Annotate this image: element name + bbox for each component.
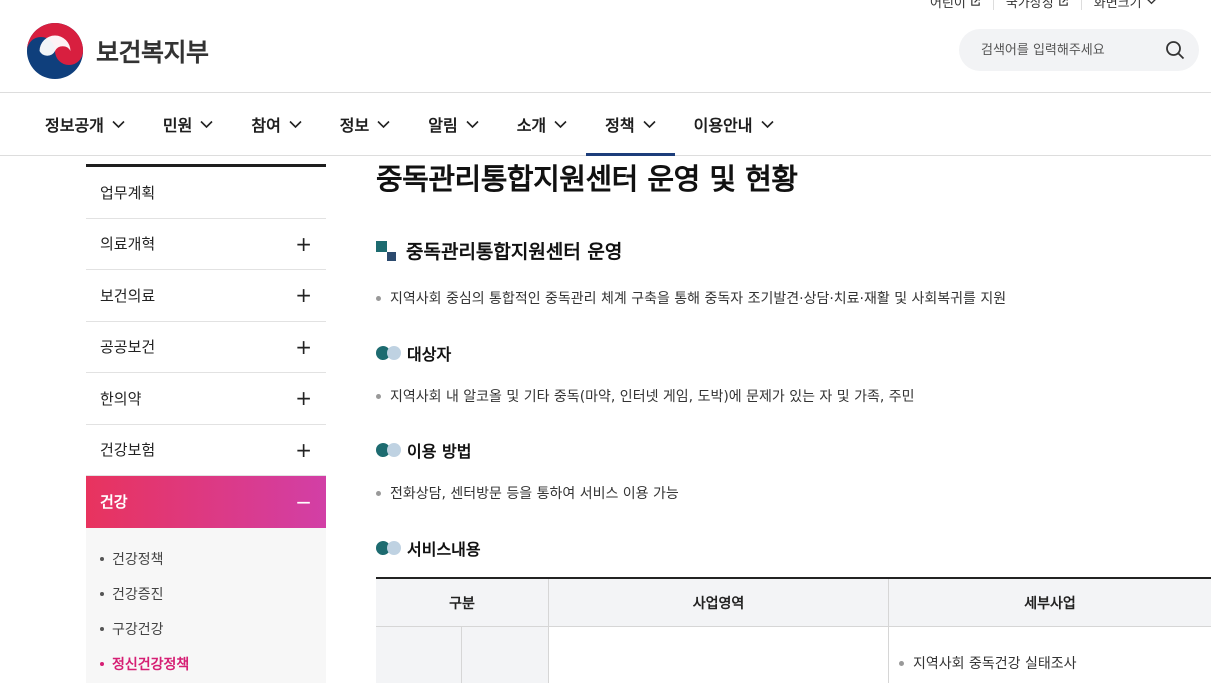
lnb-sub-item-health-policy[interactable]: 건강정책: [100, 542, 312, 577]
service-heading: 서비스내용: [376, 536, 481, 560]
gnb-item-guide[interactable]: 이용안내: [675, 93, 793, 155]
section-square-icon: [376, 240, 396, 261]
sub-heading-icon: [376, 346, 401, 360]
site-name: 보건복지부: [96, 38, 209, 67]
search-input[interactable]: [981, 42, 1165, 58]
lnb-item-work-plan[interactable]: 업무계획: [86, 167, 326, 219]
expand-icon: +: [295, 437, 312, 462]
global-nav: 정보공개 민원 참여 정보 알림 소개 정책 이용안내: [0, 92, 1211, 156]
lnb-sub-item-health-promotion[interactable]: 건강증진: [100, 577, 312, 612]
lnb-item-health-care[interactable]: 보건의료 +: [86, 270, 326, 322]
taegeuk-logo-icon: [26, 22, 84, 80]
gnb-item-about[interactable]: 소개: [498, 93, 586, 155]
usage-text: 전화상담, 센터방문 등을 통하여 서비스 이용 가능: [376, 483, 679, 503]
sub-heading-icon: [376, 541, 401, 555]
table-header: 구분 사업영역 세부사업: [376, 579, 1211, 627]
bullet-icon: [376, 490, 381, 496]
table-cell: [462, 627, 549, 683]
bullet-icon: [376, 295, 381, 301]
table-cell: [376, 627, 462, 683]
table-header-category: 구분: [376, 579, 549, 626]
expand-icon: +: [295, 386, 312, 411]
chevron-down-icon: [200, 120, 213, 128]
page-title: 중독관리통합지원센터 운영 및 현황: [376, 162, 798, 196]
table-cell: 지역사회 중독건강 실태조사: [889, 627, 1211, 683]
target-text: 지역사회 내 알코올 및 기타 중독(마약, 인터넷 게임, 도박)에 문제가 …: [376, 386, 915, 406]
search-box: [959, 29, 1199, 71]
bullet-icon: [100, 557, 104, 561]
collapse-icon: −: [295, 489, 312, 514]
intro-text: 지역사회 중심의 통합적인 중독관리 체계 구축을 통해 중독자 조기발견·상담…: [376, 288, 1006, 308]
util-link-kids[interactable]: 어린이: [930, 0, 993, 11]
utility-links: 어린이 국가상징 화면크기: [930, 0, 1169, 11]
bullet-icon: [899, 660, 904, 666]
table-header-business-area: 사업영역: [549, 579, 889, 626]
gnb-item-policy[interactable]: 정책: [586, 93, 676, 156]
lnb-item-health[interactable]: 건강 −: [86, 476, 326, 528]
lnb-submenu: 건강정책 건강증진 구강건강 정신건강정책: [86, 527, 326, 683]
util-screen-size[interactable]: 화면크기: [1080, 0, 1169, 11]
external-link-icon: [971, 0, 980, 6]
bullet-icon: [100, 627, 104, 631]
usage-heading: 이용 방법: [376, 438, 471, 462]
chevron-down-icon: [760, 120, 774, 128]
lnb-sub-item-oral-health[interactable]: 구강건강: [100, 612, 312, 647]
service-table: 구분 사업영역 세부사업 지역사회 중독건강 실태조사: [376, 577, 1211, 683]
chevron-down-icon: [554, 120, 567, 128]
chevron-down-icon: [643, 120, 656, 128]
gnb-item-civil-service[interactable]: 민원: [144, 93, 232, 155]
gnb-item-info-disclosure[interactable]: 정보공개: [26, 93, 144, 155]
section-heading: 중독관리통합지원센터 운영: [376, 237, 622, 264]
util-link-national-symbols[interactable]: 국가상징: [992, 0, 1081, 11]
gnb-item-participation[interactable]: 참여: [232, 93, 320, 155]
bullet-icon: [100, 592, 104, 596]
table-header-detail: 세부사업: [1024, 595, 1076, 612]
lnb-sub-item-mental-health-policy[interactable]: 정신건강정책: [100, 647, 312, 682]
lnb-item-medical-reform[interactable]: 의료개혁 +: [86, 219, 326, 270]
lnb-item-public-health[interactable]: 공공보건 +: [86, 322, 326, 373]
search-icon[interactable]: [1165, 40, 1185, 60]
chevron-down-icon: [112, 120, 125, 128]
table-row: 지역사회 중독건강 실태조사: [376, 627, 1211, 683]
external-link-icon: [1058, 0, 1068, 6]
sub-heading-icon: [376, 443, 401, 457]
bullet-icon: [100, 662, 104, 666]
chevron-down-icon: [289, 120, 302, 128]
lnb-item-health-insurance[interactable]: 건강보험 +: [86, 425, 326, 476]
chevron-down-icon: [1147, 0, 1155, 4]
gnb-item-information[interactable]: 정보: [321, 93, 409, 155]
side-menu: 업무계획 의료개혁 + 보건의료 + 공공보건 + 한의약 + 건강보험 + 건강 − 건강…: [86, 164, 326, 683]
lnb-item-korean-medicine[interactable]: 한의약 +: [86, 373, 326, 425]
gnb-item-notice[interactable]: 알림: [409, 93, 497, 155]
chevron-down-icon: [466, 120, 479, 128]
table-cell: [549, 627, 889, 683]
target-heading: 대상자: [376, 341, 451, 365]
chevron-down-icon: [377, 120, 390, 128]
expand-icon: +: [295, 283, 312, 308]
expand-icon: +: [295, 334, 312, 359]
site-logo[interactable]: 보건복지부: [26, 22, 209, 80]
expand-icon: +: [295, 231, 312, 256]
table-cell-item: 지역사회 중독건강 실태조사: [889, 627, 1211, 673]
bullet-icon: [376, 393, 381, 399]
